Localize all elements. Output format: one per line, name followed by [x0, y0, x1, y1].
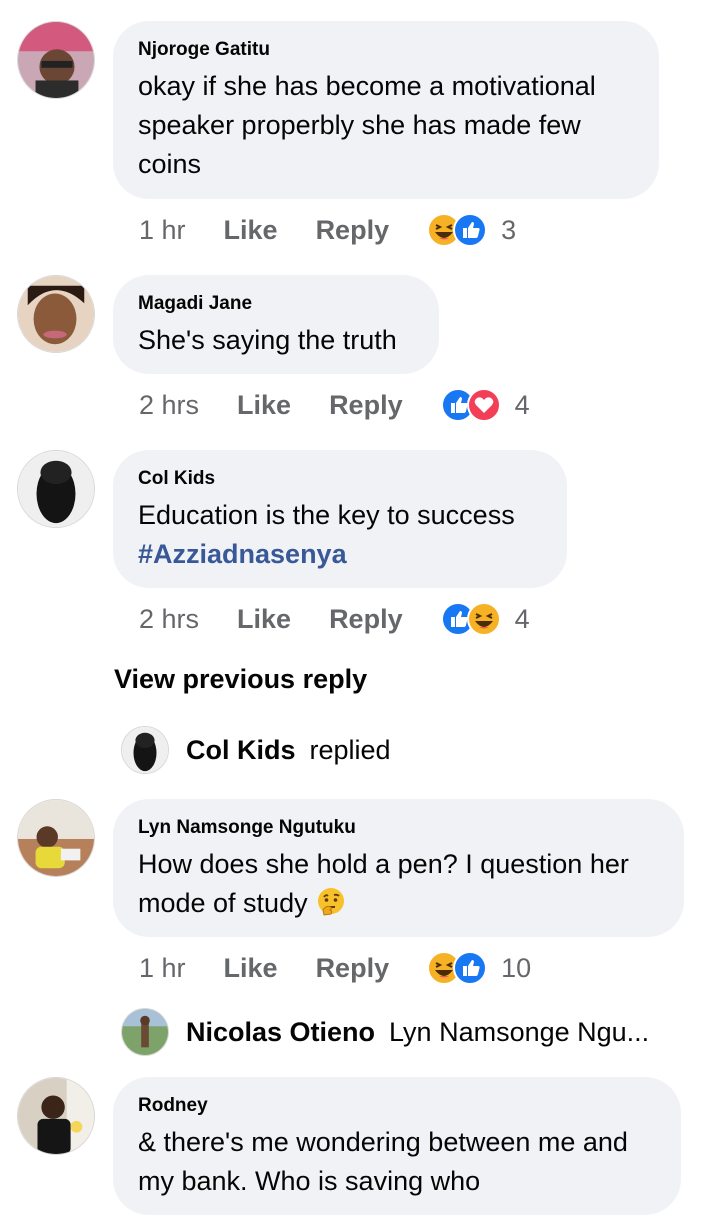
haha-icon — [466, 602, 501, 636]
reaction-count[interactable]: 4 — [515, 604, 530, 635]
comment-text: okay if she has become a motivational sp… — [138, 71, 596, 179]
comment-actions: 2 hrs Like Reply 4 — [139, 599, 530, 639]
reply-button[interactable]: Reply — [329, 604, 403, 635]
reply-button[interactable]: Reply — [329, 390, 403, 421]
thinking-face-icon — [318, 888, 345, 916]
comment-bubble: Lyn Namsonge Ngutuku How does she hold a… — [113, 799, 684, 937]
avatar — [121, 726, 169, 774]
comment-text: How does she hold a pen? I question her … — [138, 845, 659, 923]
comment-author[interactable]: Magadi Jane — [138, 293, 414, 315]
reaction-summary[interactable] — [440, 602, 501, 636]
reaction-summary[interactable] — [440, 388, 501, 422]
comment-time[interactable]: 1 hr — [139, 953, 186, 984]
comment-actions: 1 hr Like Reply 10 — [139, 948, 531, 988]
reply-button[interactable]: Reply — [316, 953, 390, 984]
love-icon — [466, 388, 501, 422]
like-button[interactable]: Like — [237, 390, 291, 421]
like-button[interactable]: Like — [224, 953, 278, 984]
avatar[interactable] — [17, 450, 95, 528]
avatar[interactable] — [17, 21, 95, 99]
reply-snippet: replied — [309, 734, 391, 765]
comment-time[interactable]: 2 hrs — [139, 390, 199, 421]
reply-author: Col Kids — [186, 734, 296, 765]
comment-author[interactable]: Njoroge Gatitu — [138, 39, 634, 61]
reaction-count[interactable]: 4 — [515, 390, 530, 421]
comment-text: She's saying the truth — [138, 325, 397, 355]
view-previous-reply-link[interactable]: View previous reply — [114, 664, 367, 695]
comment-bubble: Rodney & there's me wondering between me… — [113, 1077, 681, 1215]
comment-author[interactable]: Rodney — [138, 1095, 656, 1117]
comment-actions: 1 hr Like Reply 3 — [139, 210, 516, 250]
comment-author[interactable]: Col Kids — [138, 468, 542, 490]
avatar — [121, 1008, 169, 1056]
comment-bubble: Njoroge Gatitu okay if she has become a … — [113, 21, 659, 199]
reply-snippet: Lyn Namsonge Ngu... — [389, 1016, 650, 1047]
comment-time[interactable]: 2 hrs — [139, 604, 199, 635]
reply-preview[interactable]: Col Kids replied — [121, 726, 391, 774]
comment-text-body: How does she hold a pen? I question her … — [138, 849, 629, 918]
reaction-summary[interactable] — [427, 951, 488, 985]
comment-bubble: Col Kids Education is the key to success… — [113, 450, 567, 588]
reply-preview[interactable]: Nicolas Otieno Lyn Namsonge Ngu... — [121, 1008, 649, 1056]
comment-text: & there's me wondering between me and my… — [138, 1127, 628, 1196]
hashtag-link[interactable]: #Azziadnasenya — [138, 539, 347, 569]
avatar[interactable] — [17, 799, 95, 877]
comment-text: Education is the key to success #Azziadn… — [138, 496, 542, 574]
comment-author[interactable]: Lyn Namsonge Ngutuku — [138, 817, 659, 839]
avatar[interactable] — [17, 275, 95, 353]
comment-text-body: Education is the key to success — [138, 500, 515, 530]
reply-author: Nicolas Otieno — [186, 1016, 376, 1047]
like-icon — [453, 213, 488, 247]
avatar[interactable] — [17, 1077, 95, 1155]
like-button[interactable]: Like — [224, 215, 278, 246]
like-button[interactable]: Like — [237, 604, 291, 635]
reaction-count[interactable]: 3 — [501, 215, 516, 246]
reply-button[interactable]: Reply — [316, 215, 390, 246]
like-icon — [453, 951, 488, 985]
comment-bubble: Magadi Jane She's saying the truth — [113, 275, 439, 374]
reaction-summary[interactable] — [427, 213, 488, 247]
comment-actions: 2 hrs Like Reply 4 — [139, 385, 530, 425]
reaction-count[interactable]: 10 — [501, 953, 531, 984]
comment-time[interactable]: 1 hr — [139, 215, 186, 246]
